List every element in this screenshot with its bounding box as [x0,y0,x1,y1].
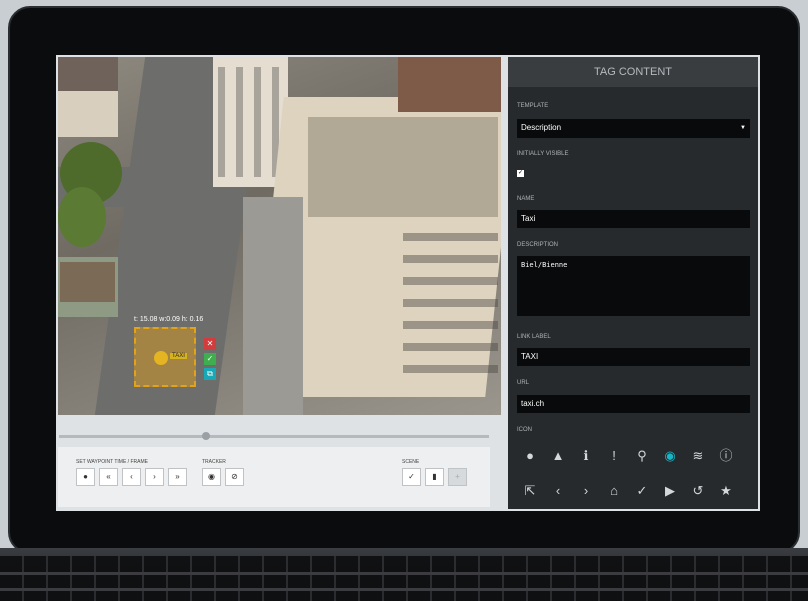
warning-icon[interactable]: ▲ [548,446,568,466]
fast-forward-button[interactable]: » [168,468,187,486]
keyboard-row-gap [0,588,808,591]
wifi-icon[interactable]: ≋ [688,446,708,466]
chevron-right-icon[interactable]: › [576,481,596,501]
keyboard-row-gap [0,572,808,575]
circle-icon[interactable]: ● [520,446,540,466]
info-outline-icon[interactable]: ⓘ [716,446,736,466]
scene-delete-button[interactable]: ▮ [425,468,444,486]
star-icon[interactable]: ★ [716,481,736,501]
roof [398,57,501,112]
exclamation-icon[interactable]: ! [604,446,624,466]
scene-label: SCENE [402,459,420,465]
link-label-label: LINK LABEL [517,334,551,340]
external-link-icon[interactable]: ⇱ [520,481,540,501]
description-label: DESCRIPTION [517,242,559,248]
initially-visible-label: INITIALLY VISIBLE [517,151,569,157]
icon-label: ICON [517,427,532,433]
template-select[interactable]: Description ▼ [517,119,750,138]
panel-title: TAG CONTENT [508,57,758,87]
map-pin-icon[interactable]: ⚲ [632,446,652,466]
link-label-field[interactable]: TAXI [517,348,750,366]
copy-tag-button[interactable]: ⧉ [204,368,216,380]
undo-icon[interactable]: ↺ [688,481,708,501]
roof [60,262,115,302]
initially-visible-checkbox[interactable]: ✓ [517,170,524,177]
chevron-left-icon[interactable]: ‹ [548,481,568,501]
previous-frame-button[interactable]: ‹ [122,468,141,486]
confirm-tag-button[interactable]: ✓ [204,353,216,365]
play-icon[interactable]: ▶ [660,481,680,501]
screen: TAXI t: 15.08 w:0.09 h: 0.16 ✕ ✓ ⧉ SET W… [56,55,760,511]
template-value: Description [521,123,562,132]
next-frame-button[interactable]: › [145,468,164,486]
check-icon[interactable]: ✓ [632,481,652,501]
eye-icon[interactable]: ◉ [660,446,680,466]
roof [308,117,498,217]
description-field[interactable]: Biel/Bienne [517,256,750,316]
url-field[interactable]: taxi.ch [517,395,750,413]
scene-add-button[interactable]: + [448,468,467,486]
timeline-track[interactable] [59,435,489,438]
windows [403,227,498,387]
tracker-stop-button[interactable]: ⊘ [225,468,244,486]
name-field[interactable]: Taxi [517,210,750,228]
tag-marker[interactable] [154,351,168,365]
tracker-label: TRACKER [202,459,226,465]
roof [58,57,118,91]
scene-confirm-button[interactable]: ✓ [402,468,421,486]
windows [218,67,283,177]
url-label: URL [517,380,530,386]
dropdown-arrow-icon: ▼ [740,125,746,131]
tracker-start-button[interactable]: ◉ [202,468,221,486]
delete-tag-button[interactable]: ✕ [204,338,216,350]
tree [58,187,106,247]
tag-name-label: TAXI [170,353,187,359]
keyboard [0,556,808,601]
home-icon[interactable]: ⌂ [604,481,624,501]
tag-info: t: 15.08 w:0.09 h: 0.16 [134,316,204,323]
tag-content-panel: TAG CONTENT TEMPLATE Description ▼ INITI… [508,57,758,509]
video-frame[interactable]: TAXI t: 15.08 w:0.09 h: 0.16 ✕ ✓ ⧉ [58,57,501,415]
timeline-handle[interactable] [202,432,210,440]
template-label: TEMPLATE [517,103,549,109]
set-waypoint-button[interactable]: ● [76,468,95,486]
rewind-button[interactable]: « [99,468,118,486]
name-label: NAME [517,196,535,202]
waypoint-label: SET WAYPOINT TIME / FRAME [76,459,148,465]
info-circle-icon[interactable]: ℹ [576,446,596,466]
sidewalk [243,197,303,415]
